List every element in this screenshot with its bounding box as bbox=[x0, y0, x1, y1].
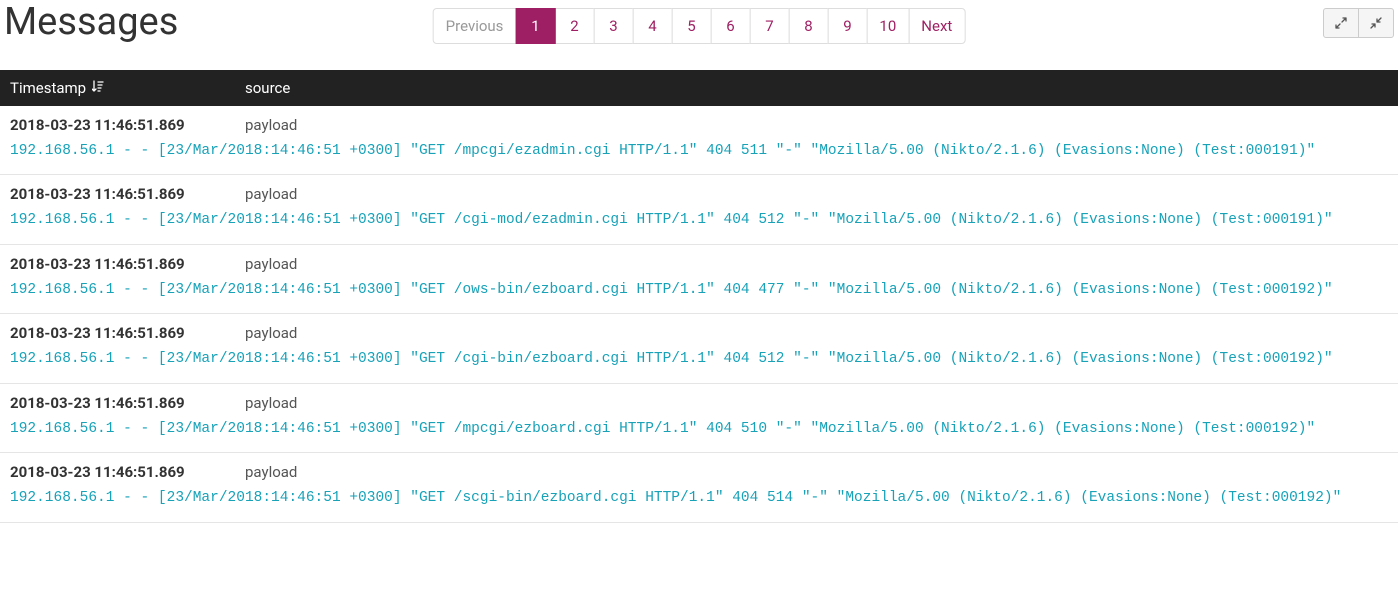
row-header: 2018-03-23 11:46:51.869payload bbox=[10, 463, 1388, 481]
row-source-label: payload bbox=[245, 463, 297, 481]
page-next[interactable]: Next bbox=[908, 8, 965, 44]
page-4[interactable]: 4 bbox=[632, 8, 672, 44]
column-header-timestamp[interactable]: Timestamp bbox=[10, 79, 245, 97]
table-row: 2018-03-23 11:46:51.869payload 192.168.56… bbox=[0, 175, 1398, 244]
page-6[interactable]: 6 bbox=[710, 8, 750, 44]
row-source-label: payload bbox=[245, 185, 297, 203]
table-row: 2018-03-23 11:46:51.869payload 192.168.56… bbox=[0, 106, 1398, 175]
table-row: 2018-03-23 11:46:51.869payload 192.168.56… bbox=[0, 314, 1398, 383]
row-header: 2018-03-23 11:46:51.869payload bbox=[10, 185, 1388, 203]
top-bar: Messages Previous12345678910Next bbox=[0, 0, 1398, 60]
row-timestamp: 2018-03-23 11:46:51.869 bbox=[10, 394, 245, 412]
column-header-source[interactable]: source bbox=[245, 79, 1388, 97]
page-3[interactable]: 3 bbox=[593, 8, 633, 44]
table-row: 2018-03-23 11:46:51.869payload 192.168.56… bbox=[0, 453, 1398, 522]
row-source-label: payload bbox=[245, 116, 297, 134]
row-header: 2018-03-23 11:46:51.869payload bbox=[10, 394, 1388, 412]
row-header: 2018-03-23 11:46:51.869payload bbox=[10, 255, 1388, 273]
table-header: Timestamp source bbox=[0, 70, 1398, 106]
row-timestamp: 2018-03-23 11:46:51.869 bbox=[10, 255, 245, 273]
messages-table: Timestamp source 2018-03-23 11:46:51.869… bbox=[0, 70, 1398, 523]
row-source-label: payload bbox=[245, 324, 297, 342]
row-payload[interactable]: 192.168.56.1 - - [23/Mar/2018:14:46:51 +… bbox=[10, 487, 1388, 509]
expand-all-button[interactable] bbox=[1323, 8, 1359, 38]
column-header-source-label: source bbox=[245, 79, 290, 97]
row-header: 2018-03-23 11:46:51.869payload bbox=[10, 324, 1388, 342]
page-previous: Previous bbox=[433, 8, 517, 44]
expand-icon bbox=[1335, 17, 1347, 29]
page-5[interactable]: 5 bbox=[671, 8, 711, 44]
page-9[interactable]: 9 bbox=[827, 8, 867, 44]
row-timestamp: 2018-03-23 11:46:51.869 bbox=[10, 463, 245, 481]
collapse-icon bbox=[1370, 17, 1382, 29]
page-1[interactable]: 1 bbox=[515, 8, 555, 44]
page-2[interactable]: 2 bbox=[554, 8, 594, 44]
pagination: Previous12345678910Next bbox=[433, 8, 966, 44]
row-timestamp: 2018-03-23 11:46:51.869 bbox=[10, 185, 245, 203]
row-payload[interactable]: 192.168.56.1 - - [23/Mar/2018:14:46:51 +… bbox=[10, 279, 1388, 301]
column-header-timestamp-label: Timestamp bbox=[10, 79, 86, 97]
row-payload[interactable]: 192.168.56.1 - - [23/Mar/2018:14:46:51 +… bbox=[10, 348, 1388, 370]
row-header: 2018-03-23 11:46:51.869payload bbox=[10, 116, 1388, 134]
expand-collapse-group bbox=[1323, 8, 1394, 38]
collapse-all-button[interactable] bbox=[1358, 8, 1394, 38]
page-7[interactable]: 7 bbox=[749, 8, 789, 44]
page-10[interactable]: 10 bbox=[866, 8, 909, 44]
sort-desc-icon bbox=[92, 80, 104, 96]
row-timestamp: 2018-03-23 11:46:51.869 bbox=[10, 324, 245, 342]
page-title: Messages bbox=[4, 0, 178, 46]
row-payload[interactable]: 192.168.56.1 - - [23/Mar/2018:14:46:51 +… bbox=[10, 209, 1388, 231]
table-row: 2018-03-23 11:46:51.869payload 192.168.56… bbox=[0, 245, 1398, 314]
row-timestamp: 2018-03-23 11:46:51.869 bbox=[10, 116, 245, 134]
row-source-label: payload bbox=[245, 394, 297, 412]
row-payload[interactable]: 192.168.56.1 - - [23/Mar/2018:14:46:51 +… bbox=[10, 418, 1388, 440]
page-8[interactable]: 8 bbox=[788, 8, 828, 44]
row-source-label: payload bbox=[245, 255, 297, 273]
table-row: 2018-03-23 11:46:51.869payload 192.168.56… bbox=[0, 384, 1398, 453]
row-payload[interactable]: 192.168.56.1 - - [23/Mar/2018:14:46:51 +… bbox=[10, 140, 1388, 162]
